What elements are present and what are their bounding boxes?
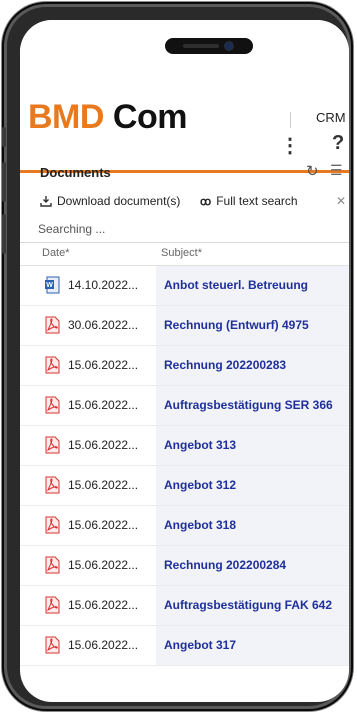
document-date: 15.06.2022...: [68, 518, 139, 532]
column-header: Date* Subject*: [20, 243, 349, 266]
document-row[interactable]: 15.06.2022... Auftragsbestätigung SER 36…: [20, 386, 349, 426]
document-date: 15.06.2022...: [68, 438, 139, 452]
document-row[interactable]: 15.06.2022... Angebot 318: [20, 506, 349, 546]
pdf-file-icon: [45, 396, 60, 414]
document-row[interactable]: 15.06.2022... Angebot 313: [20, 426, 349, 466]
pdf-file-icon: [45, 596, 60, 614]
pdf-file-icon: [45, 556, 60, 574]
row-date-cell: 15.06.2022...: [20, 626, 156, 665]
row-subject-cell: Rechnung 202200283: [156, 346, 349, 385]
row-date-cell: W 14.10.2022...: [20, 266, 156, 305]
documents-list: W 14.10.2022... Anbot steuerl. Betreuung…: [20, 266, 349, 666]
document-date: 14.10.2022...: [68, 278, 139, 292]
svg-text:W: W: [46, 282, 53, 289]
document-row[interactable]: 15.06.2022... Rechnung 202200283: [20, 346, 349, 386]
app-content: Documents ↻ ☰ Download document(s) ꝏ Ful…: [20, 20, 349, 702]
document-subject-link[interactable]: Rechnung 202200284: [164, 558, 286, 572]
document-subject-link[interactable]: Rechnung 202200283: [164, 358, 286, 372]
volume-down-button: [2, 214, 6, 254]
document-subject-link[interactable]: Auftragsbestätigung FAK 642: [164, 598, 332, 612]
document-date: 15.06.2022...: [68, 478, 139, 492]
row-subject-cell: Angebot 317: [156, 626, 349, 665]
pdf-file-icon: [45, 476, 60, 494]
document-row[interactable]: 30.06.2022... Rechnung (Entwurf) 4975: [20, 306, 349, 346]
list-icon[interactable]: ☰: [330, 162, 343, 179]
document-subject-link[interactable]: Angebot 312: [164, 478, 236, 492]
pdf-file-icon: [45, 356, 60, 374]
document-subject-link[interactable]: Angebot 313: [164, 438, 236, 452]
document-row[interactable]: 15.06.2022... Angebot 312: [20, 466, 349, 506]
download-label: Download document(s): [57, 194, 181, 208]
document-subject-link[interactable]: Anbot steuerl. Betreuung: [164, 278, 308, 292]
document-date: 15.06.2022...: [68, 598, 139, 612]
documents-toolbar: Download document(s) ꝏ Full text search …: [20, 190, 349, 216]
document-date: 15.06.2022...: [68, 398, 139, 412]
row-subject-cell: Auftragsbestätigung FAK 642: [156, 586, 349, 625]
document-subject-link[interactable]: Rechnung (Entwurf) 4975: [164, 318, 309, 332]
document-date: 30.06.2022...: [68, 318, 139, 332]
row-date-cell: 15.06.2022...: [20, 586, 156, 625]
search-row: [20, 218, 349, 243]
volume-up-button: [2, 162, 6, 202]
full-text-search-label: Full text search: [216, 194, 298, 208]
row-subject-cell: Anbot steuerl. Betreuung: [156, 266, 349, 305]
document-row[interactable]: 15.06.2022... Auftragsbestätigung FAK 64…: [20, 586, 349, 626]
document-date: 15.06.2022...: [68, 638, 139, 652]
row-subject-cell: Angebot 312: [156, 466, 349, 505]
row-date-cell: 15.06.2022...: [20, 546, 156, 585]
word-file-icon: W: [45, 276, 60, 294]
document-subject-link[interactable]: Auftragsbestätigung SER 366: [164, 398, 333, 412]
close-icon[interactable]: ✕: [336, 194, 346, 208]
document-date: 15.06.2022...: [68, 358, 139, 372]
document-date: 15.06.2022...: [68, 558, 139, 572]
document-subject-link[interactable]: Angebot 318: [164, 518, 236, 532]
pdf-file-icon: [45, 436, 60, 454]
row-subject-cell: Rechnung 202200284: [156, 546, 349, 585]
document-row[interactable]: 15.06.2022... Rechnung 202200284: [20, 546, 349, 586]
row-date-cell: 15.06.2022...: [20, 466, 156, 505]
column-date[interactable]: Date*: [42, 247, 70, 259]
binoculars-icon: ꝏ: [200, 195, 212, 208]
mute-switch: [2, 127, 6, 147]
pdf-file-icon: [45, 516, 60, 534]
document-subject-link[interactable]: Angebot 317: [164, 638, 236, 652]
document-row[interactable]: W 14.10.2022... Anbot steuerl. Betreuung: [20, 266, 349, 306]
row-subject-cell: Angebot 313: [156, 426, 349, 465]
row-date-cell: 15.06.2022...: [20, 426, 156, 465]
row-date-cell: 15.06.2022...: [20, 386, 156, 425]
panel-title: Documents: [40, 165, 111, 180]
row-subject-cell: Angebot 318: [156, 506, 349, 545]
pdf-file-icon: [45, 636, 60, 654]
pdf-file-icon: [45, 316, 60, 334]
row-subject-cell: Auftragsbestätigung SER 366: [156, 386, 349, 425]
row-date-cell: 15.06.2022...: [20, 346, 156, 385]
document-row[interactable]: 15.06.2022... Angebot 317: [20, 626, 349, 666]
refresh-icon[interactable]: ↻: [306, 162, 319, 180]
row-subject-cell: Rechnung (Entwurf) 4975: [156, 306, 349, 345]
download-icon: [40, 196, 52, 207]
column-subject[interactable]: Subject*: [161, 247, 202, 259]
row-date-cell: 30.06.2022...: [20, 306, 156, 345]
download-button[interactable]: Download document(s): [40, 194, 180, 208]
search-input[interactable]: [38, 220, 338, 238]
row-date-cell: 15.06.2022...: [20, 506, 156, 545]
full-text-search-button[interactable]: ꝏ Full text search: [200, 194, 298, 208]
